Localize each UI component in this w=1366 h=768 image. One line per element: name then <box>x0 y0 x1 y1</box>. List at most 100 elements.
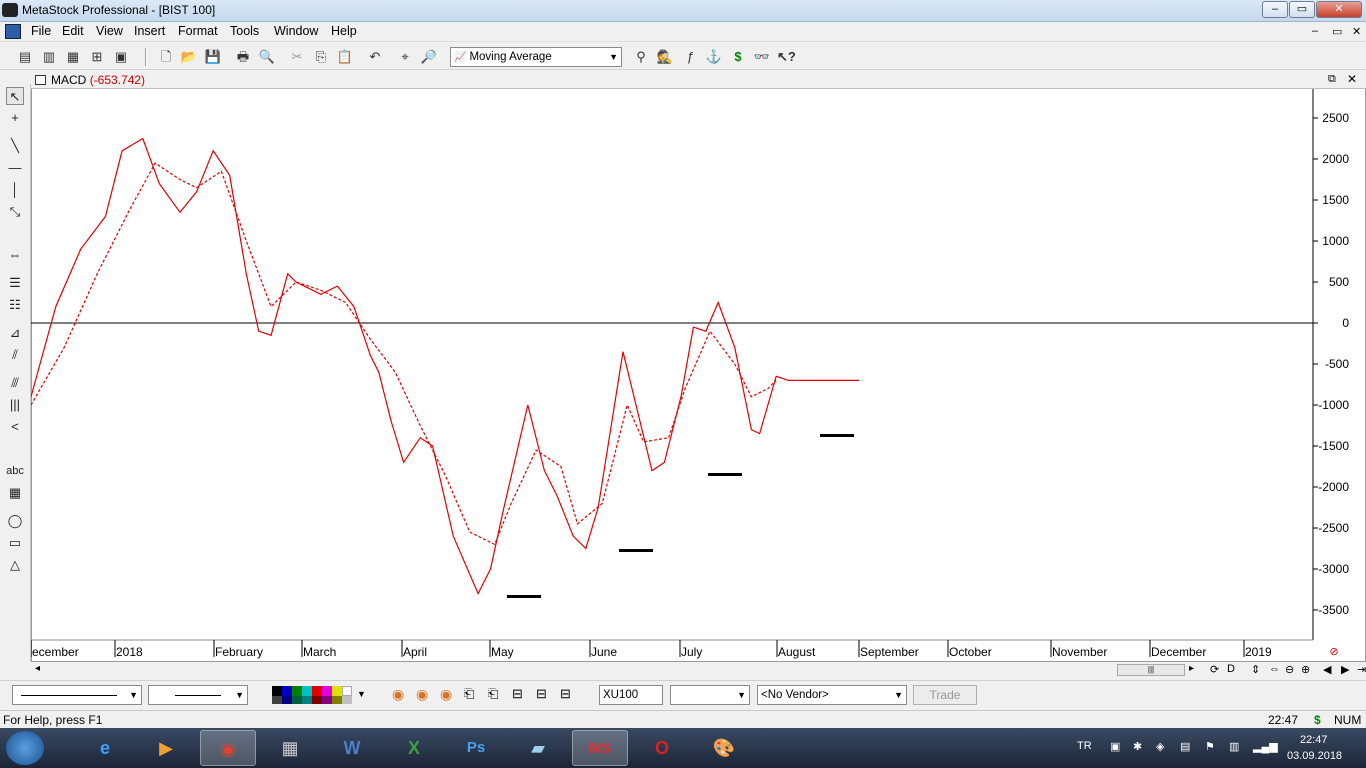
tray-app-icon[interactable]: ◈ <box>1156 740 1164 753</box>
dollar-icon[interactable]: $ <box>729 48 747 66</box>
tile-vertical-icon[interactable]: ▥ <box>40 48 58 66</box>
inner-close-button[interactable]: ✕ <box>1347 72 1357 86</box>
inner-restore-button[interactable]: ⧉ <box>1328 73 1336 86</box>
clock-time[interactable]: 22:47 <box>1300 734 1328 746</box>
context-help-icon[interactable]: ↖? <box>777 48 796 66</box>
close-button[interactable]: ✕ <box>1316 1 1362 18</box>
tray-flag-icon[interactable]: ⚑ <box>1205 740 1215 753</box>
parallel-lines-icon[interactable]: ⤡ <box>6 203 24 221</box>
vendor-select[interactable]: <No Vendor> ▼ <box>757 685 907 705</box>
metastock-icon[interactable]: MS <box>572 730 628 766</box>
macd-chart[interactable]: 2500 2000 1500 1000 500 0 -500 -1000 -1500 -2000 -… <box>31 89 1366 662</box>
color-palette[interactable] <box>272 686 354 704</box>
symbol-input[interactable]: XU100 <box>599 685 663 705</box>
layout-1-icon[interactable]: ⊟ <box>512 686 523 702</box>
indicator-select[interactable]: 📈 Moving Average ▼ <box>450 47 622 67</box>
new-chart-icon[interactable]: ⎗ <box>464 686 474 702</box>
layout-3-icon[interactable]: ⊟ <box>560 686 571 702</box>
end-icon[interactable]: ⇥ <box>1357 663 1366 676</box>
scroll-thumb[interactable]: ||| <box>1117 664 1185 676</box>
crosshair-icon[interactable]: ⌖ <box>396 48 414 66</box>
line-style-select[interactable]: ▼ <box>12 685 142 705</box>
gann-fan-icon[interactable]: ⊿ <box>6 324 24 342</box>
trade-button[interactable]: Trade <box>913 685 977 705</box>
security-select[interactable]: ▼ <box>670 685 750 705</box>
chrome-link-icon[interactable]: ◉ <box>440 686 452 703</box>
paint-icon[interactable]: 🎨 <box>696 730 752 766</box>
ellipse-icon[interactable]: ◯ <box>6 512 24 530</box>
language-indicator[interactable]: TR <box>1077 740 1092 752</box>
fibonacci-arcs-icon[interactable]: ☰ <box>6 274 24 292</box>
open-folder-icon[interactable]: 📂 <box>180 48 198 66</box>
minimize-button[interactable]: – <box>1262 1 1288 18</box>
formula-icon[interactable]: ƒ <box>681 48 699 66</box>
notes-icon[interactable]: ▰ <box>510 730 566 766</box>
macd-line[interactable] <box>31 137 859 596</box>
menu-tools[interactable]: Tools <box>230 24 259 38</box>
fibonacci-retracement-icon[interactable]: ☷ <box>6 296 24 314</box>
cascade-icon[interactable]: ▣ <box>112 48 130 66</box>
undo-icon[interactable]: ↶ <box>366 48 384 66</box>
clock-date[interactable]: 03.09.2018 <box>1287 750 1342 762</box>
grid-table-icon[interactable]: ▦ <box>6 484 24 502</box>
triangle-icon[interactable]: △ <box>6 556 24 574</box>
chrome-link-icon[interactable]: ◉ <box>392 686 404 703</box>
trendline-icon[interactable]: ╲ <box>6 137 24 155</box>
menu-file[interactable]: File <box>31 24 51 38</box>
start-button[interactable] <box>6 731 44 765</box>
zoom-icon[interactable]: 🔎 <box>420 48 438 66</box>
load-chart-icon[interactable]: ⎗ <box>488 686 498 702</box>
doc-close-button[interactable]: ✕ <box>1352 25 1361 38</box>
step-right-icon[interactable]: ▶ <box>1341 663 1349 676</box>
system-tester-icon[interactable]: ⚓ <box>705 48 723 66</box>
save-icon[interactable]: 💾 <box>204 48 222 66</box>
binoculars-icon[interactable]: 👓 <box>753 48 771 66</box>
expert-advisor-icon[interactable]: ⚲ <box>632 48 650 66</box>
menu-help[interactable]: Help <box>331 24 357 38</box>
menu-edit[interactable]: Edit <box>62 24 84 38</box>
vertical-line-icon[interactable]: │ <box>6 181 24 199</box>
line-weight-select[interactable]: ▼ <box>148 685 248 705</box>
print-icon[interactable]: 🖶 <box>234 48 252 66</box>
chrome-link-icon[interactable]: ◉ <box>416 686 428 703</box>
text-tool-icon[interactable]: abc <box>6 462 24 480</box>
menu-insert[interactable]: Insert <box>134 24 165 38</box>
rectangle-icon[interactable]: ▭ <box>6 534 24 552</box>
tray-app-icon[interactable]: ▣ <box>1110 740 1120 753</box>
horizontal-line-icon[interactable]: — <box>6 159 24 177</box>
chart-layout-icon[interactable]: ▤ <box>16 48 34 66</box>
photoshop-icon[interactable]: Ps <box>448 730 504 766</box>
pointer-icon[interactable]: ↖ <box>6 87 24 105</box>
doc-restore-button[interactable]: ▭ <box>1332 25 1342 38</box>
ruler-icon[interactable]: ⊘ <box>1329 646 1338 658</box>
new-file-icon[interactable]: 🗋 <box>157 48 175 66</box>
step-left-icon[interactable]: ◀ <box>1323 663 1331 676</box>
media-player-icon[interactable]: ▶ <box>138 730 194 766</box>
cut-icon[interactable]: ✂ <box>288 48 306 66</box>
menu-format[interactable]: Format <box>178 24 218 38</box>
scroll-left-icon[interactable]: ◂ <box>35 663 40 674</box>
raff-regression-icon[interactable]: ⫻ <box>6 374 24 392</box>
scroll-right-icon[interactable]: ▸ <box>1189 663 1194 674</box>
quadrant-lines-icon[interactable]: ⫽ <box>6 346 24 364</box>
horizontal-resize-icon[interactable]: ⇔ <box>1269 663 1280 675</box>
excel-icon[interactable]: X <box>386 730 442 766</box>
opera-icon[interactable]: O <box>634 730 690 766</box>
speed-resistance-icon[interactable]: ⇔ <box>6 246 24 264</box>
angle-icon[interactable]: < <box>6 418 24 436</box>
periodicity-icon[interactable]: D <box>1227 663 1235 675</box>
doc-minimize-button[interactable]: – <box>1312 25 1318 37</box>
tray-network-icon[interactable]: ▤ <box>1180 740 1190 753</box>
chrome-icon[interactable]: ◉ <box>200 730 256 766</box>
zoom-in-icon[interactable]: ⊕ <box>1301 663 1310 676</box>
paste-icon[interactable]: 📋 <box>336 48 354 66</box>
bluetooth-icon[interactable]: ✱ <box>1133 740 1142 753</box>
crosshair-tool-icon[interactable]: + <box>6 109 24 127</box>
zoom-out-icon[interactable]: ⊖ <box>1285 663 1294 676</box>
palette-chevron-icon[interactable]: ▼ <box>357 689 366 699</box>
signal-line[interactable] <box>31 162 777 546</box>
internet-explorer-icon[interactable]: e <box>77 730 133 766</box>
explorer-icon[interactable]: 🕵 <box>656 48 674 66</box>
word-icon[interactable]: W <box>324 730 380 766</box>
print-preview-icon[interactable]: 🔍 <box>258 48 276 66</box>
